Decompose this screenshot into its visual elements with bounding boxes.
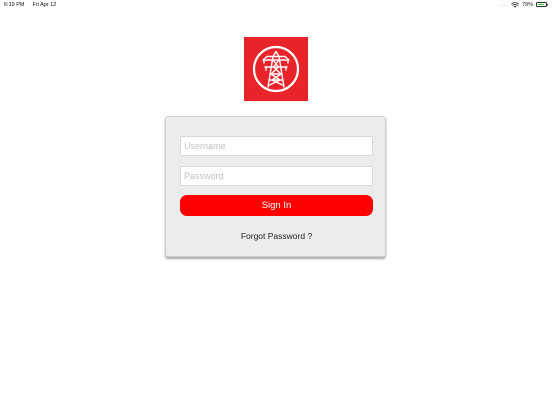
sign-in-button[interactable]: Sign In xyxy=(180,195,373,216)
battery-icon xyxy=(536,2,548,7)
username-input[interactable] xyxy=(180,136,373,156)
wifi-icon xyxy=(511,1,519,8)
multitask-dots: .... xyxy=(500,1,508,8)
status-right: .... 79% xyxy=(500,1,548,8)
status-left: 6:19 PM Fri Apr 12 xyxy=(4,2,56,8)
battery-fill xyxy=(537,3,544,6)
status-date: Fri Apr 12 xyxy=(32,2,57,8)
battery-percent: 79% xyxy=(521,1,533,8)
password-input[interactable] xyxy=(180,166,373,186)
login-card: Sign In Forgot Password ? xyxy=(165,116,386,257)
status-time: 6:19 PM xyxy=(4,2,25,8)
forgot-password-link[interactable]: Forgot Password ? xyxy=(166,231,387,241)
status-bar: 6:19 PM Fri Apr 12 .... 79% xyxy=(0,0,552,10)
power-pylon-icon xyxy=(252,45,300,93)
app-logo xyxy=(244,37,308,101)
